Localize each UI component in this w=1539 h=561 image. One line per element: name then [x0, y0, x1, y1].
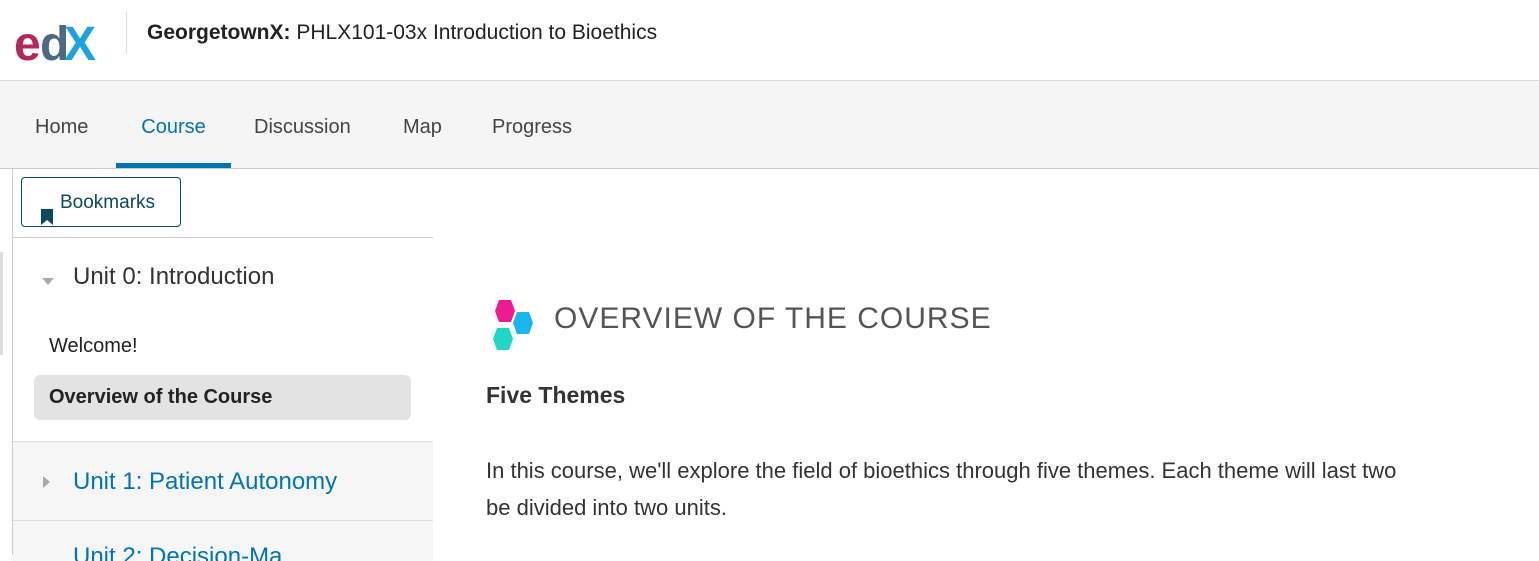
- tab-map[interactable]: Map: [403, 81, 442, 168]
- course-title: GeorgetownX: PHLX101-03x Introduction to…: [147, 20, 657, 46]
- bookmark-icon: [41, 195, 53, 225]
- tab-home[interactable]: Home: [35, 81, 88, 168]
- content-paragraph: In this course, we'll explore the field …: [486, 452, 1539, 526]
- edx-logo[interactable]: e d X: [14, 20, 102, 64]
- unit-section-1[interactable]: Unit 1: Patient Autonomy: [13, 442, 433, 521]
- caret-down-icon[interactable]: [42, 278, 54, 285]
- svg-text:e: e: [14, 20, 40, 64]
- tab-course[interactable]: Course: [116, 81, 231, 168]
- course-outline-sidebar: Bookmarks Unit 0: Introduction Welcome! …: [12, 169, 434, 561]
- course-tabs: Home Course Discussion Map Progress: [0, 81, 1539, 169]
- unit-page-title: OVERVIEW OF THE COURSE: [554, 302, 992, 335]
- tab-progress[interactable]: Progress: [492, 81, 572, 168]
- page-edge-stripe: [0, 252, 3, 355]
- subsection-overview-active[interactable]: Overview of the Course: [34, 375, 411, 420]
- bookmarks-label: Bookmarks: [60, 192, 156, 213]
- tab-discussion[interactable]: Discussion: [254, 81, 351, 168]
- hexagon-cluster-icon: [485, 300, 541, 356]
- unit-title-1[interactable]: Unit 1: Patient Autonomy: [73, 468, 337, 496]
- site-header: e d X GeorgetownX: PHLX101-03x Introduct…: [0, 0, 1539, 81]
- course-org: GeorgetownX:: [147, 21, 291, 44]
- unit-title-0[interactable]: Unit 0: Introduction: [73, 263, 274, 291]
- course-name: PHLX101-03x Introduction to Bioethics: [296, 21, 658, 44]
- unit-section-2[interactable]: Unit 2: Decision-Ma: [13, 521, 433, 561]
- unit-title-2[interactable]: Unit 2: Decision-Ma: [73, 543, 282, 561]
- subsection-welcome[interactable]: Welcome!: [49, 335, 138, 358]
- paragraph-line-1: In this course, we'll explore the field …: [486, 458, 1397, 483]
- svg-text:d: d: [40, 20, 67, 64]
- course-content: OVERVIEW OF THE COURSE Five Themes In th…: [433, 169, 1539, 555]
- svg-text:X: X: [64, 20, 96, 64]
- caret-right-icon: [43, 476, 50, 488]
- paragraph-line-2: be divided into two units.: [486, 495, 727, 520]
- unit-section-0: Unit 0: Introduction Welcome! Overview o…: [13, 238, 433, 442]
- header-divider: [126, 12, 127, 54]
- bookmarks-button[interactable]: Bookmarks: [21, 177, 181, 227]
- bookmarks-area: Bookmarks: [13, 169, 433, 238]
- section-heading: Five Themes: [486, 382, 626, 408]
